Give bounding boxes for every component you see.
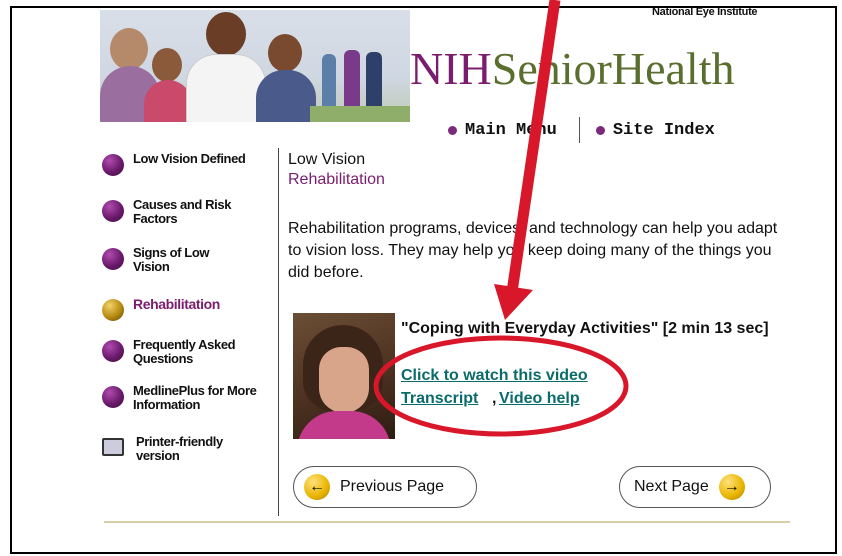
video-title: "Coping with Everyday Activities" [2 min… xyxy=(401,320,769,337)
video-help-link[interactable]: Video help xyxy=(499,389,580,409)
sidebar-item-label: Signs of Low Vision xyxy=(133,245,210,274)
sidebar-item-label: Low Vision Defined xyxy=(133,151,246,166)
photo-person-3-body xyxy=(256,70,316,122)
site-index-label: Site Index xyxy=(612,120,715,140)
previous-page-button[interactable]: ← Previous Page xyxy=(293,466,477,508)
page-title: Low Vision xyxy=(288,151,366,168)
photo-doctor xyxy=(206,12,246,56)
top-navigation: Main Menu Site Index xyxy=(448,117,715,143)
content-divider xyxy=(278,148,279,516)
bullet-icon xyxy=(448,125,457,135)
link-separator: , xyxy=(492,390,497,407)
sidebar-item-rehabilitation[interactable]: Rehabilitation xyxy=(102,297,268,321)
main-menu-link[interactable]: Main Menu xyxy=(448,121,557,140)
gold-orb-icon xyxy=(102,299,124,321)
thumbnail-shirt xyxy=(297,411,391,439)
arrow-right-icon: → xyxy=(718,474,745,500)
purple-orb-icon xyxy=(102,340,124,362)
sidebar-item-label: MedlinePlus for More Information xyxy=(133,383,257,412)
purple-orb-icon xyxy=(102,200,124,222)
sidebar-item-label: Rehabilitation xyxy=(133,296,220,312)
agency-label: National Eye Institute xyxy=(652,6,758,18)
header-photo-banner xyxy=(100,10,410,122)
sidebar-item-frequently-asked-questions[interactable]: Frequently Asked Questions xyxy=(102,338,263,366)
purple-orb-icon xyxy=(102,386,124,408)
photo-doctor-coat xyxy=(186,54,266,122)
site-index-link[interactable]: Site Index xyxy=(595,120,715,140)
main-menu-label: Main Menu xyxy=(465,120,557,140)
brand-wordmark[interactable]: NIHSeniorHealth xyxy=(410,44,734,94)
previous-page-label: Previous Page xyxy=(340,478,445,495)
sidebar-item-label: Causes and Risk Factors xyxy=(133,197,232,226)
next-page-button[interactable]: Next Page → xyxy=(619,466,771,508)
video-thumbnail[interactable] xyxy=(293,313,395,439)
printer-icon xyxy=(102,438,124,456)
page-heading: Low Vision Rehabilitation xyxy=(288,150,385,190)
nav-divider xyxy=(578,117,580,143)
watch-video-link[interactable]: Click to watch this video xyxy=(401,366,588,386)
bullet-icon xyxy=(595,125,605,135)
purple-orb-icon xyxy=(102,248,124,270)
sidebar-item-label: Printer-friendly version xyxy=(136,434,223,463)
sidebar-item-medlineplus[interactable]: MedlinePlus for More Information xyxy=(102,384,265,412)
sidebar-item-printer-friendly[interactable]: Printer-friendly version xyxy=(102,435,246,463)
bottom-rule xyxy=(104,521,790,523)
photo-person-3 xyxy=(268,34,302,72)
photo-person-2 xyxy=(152,48,182,82)
sidebar-item-label: Frequently Asked Questions xyxy=(133,337,236,366)
brand-senior-health: SeniorHealth xyxy=(491,43,735,94)
photo-lawn xyxy=(310,106,410,122)
photo-person-2-body xyxy=(144,80,192,122)
intro-paragraph: Rehabilitation programs, devices, and te… xyxy=(288,220,778,281)
photo-person-1 xyxy=(110,28,148,70)
page-subtitle: Rehabilitation xyxy=(288,171,385,188)
sidebar-item-signs-of-low-vision[interactable]: Signs of Low Vision xyxy=(102,246,233,274)
next-page-label: Next Page xyxy=(634,478,709,495)
transcript-link[interactable]: Transcript xyxy=(401,389,478,409)
purple-orb-icon xyxy=(102,154,124,176)
thumbnail-face xyxy=(319,347,369,413)
sidebar-item-low-vision-defined[interactable]: Low Vision Defined xyxy=(102,152,268,176)
brand-nih: NIH xyxy=(410,43,492,94)
sidebar-item-causes-and-risk-factors[interactable]: Causes and Risk Factors xyxy=(102,198,268,226)
arrow-left-icon: ← xyxy=(304,474,330,500)
